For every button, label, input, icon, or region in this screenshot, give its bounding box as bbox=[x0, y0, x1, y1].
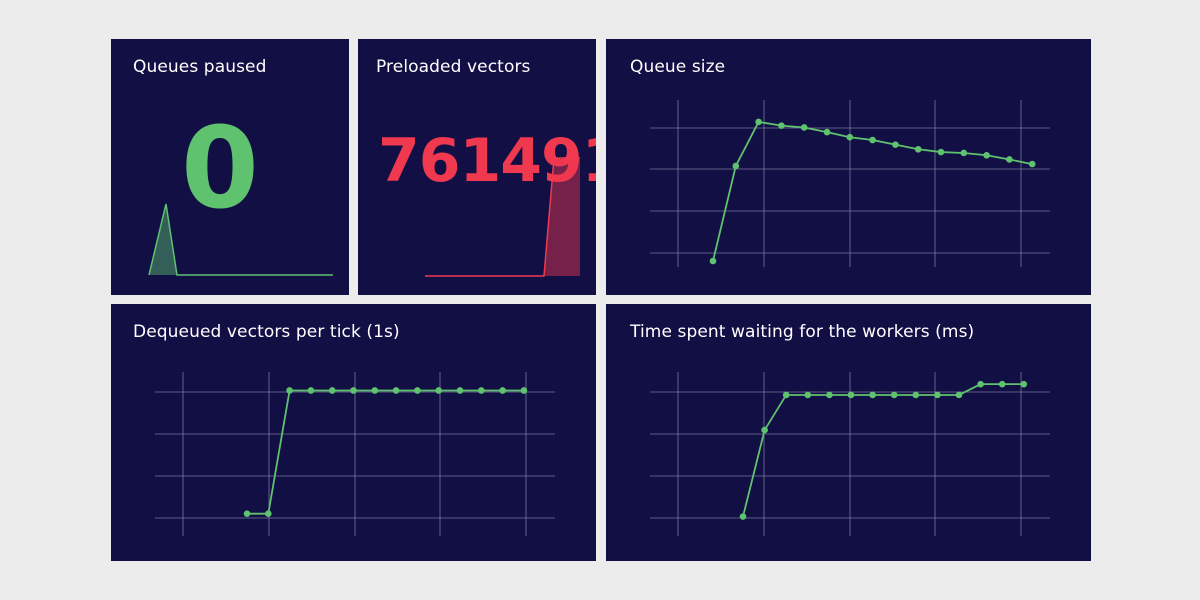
data-point bbox=[456, 387, 464, 394]
data-point bbox=[732, 162, 740, 170]
data-point bbox=[847, 391, 855, 399]
data-point bbox=[1006, 156, 1013, 163]
data-point bbox=[782, 391, 790, 399]
data-point bbox=[307, 387, 315, 394]
waiting-chart bbox=[650, 372, 1050, 536]
data-point bbox=[499, 387, 506, 394]
data-point bbox=[1020, 380, 1028, 388]
data-point bbox=[869, 391, 876, 399]
data-point bbox=[800, 124, 808, 131]
data-point bbox=[937, 148, 945, 156]
data-point bbox=[823, 128, 831, 136]
data-point bbox=[892, 141, 899, 148]
queue-size-panel: Queue size bbox=[606, 39, 1091, 295]
queues-paused-value: 0 bbox=[181, 104, 259, 234]
data-point bbox=[709, 257, 717, 265]
data-point bbox=[869, 136, 876, 144]
queue-size-chart bbox=[650, 100, 1050, 267]
data-point bbox=[846, 133, 854, 141]
waiting-panel: Time spent waiting for the workers (ms) bbox=[606, 304, 1091, 561]
data-point bbox=[265, 510, 272, 517]
data-point bbox=[977, 380, 984, 388]
data-point bbox=[478, 387, 485, 394]
data-point bbox=[350, 387, 357, 394]
data-point bbox=[761, 426, 768, 434]
data-point bbox=[520, 387, 528, 394]
data-point bbox=[890, 391, 898, 399]
sparkline-area bbox=[534, 158, 580, 276]
data-point bbox=[286, 387, 293, 394]
data-point bbox=[955, 391, 963, 399]
data-point bbox=[739, 513, 747, 520]
series-line bbox=[742, 383, 1024, 517]
data-point bbox=[1028, 160, 1036, 168]
preloaded-vectors-sparkline bbox=[425, 157, 580, 277]
data-point bbox=[414, 387, 421, 394]
dequeued-panel: Dequeued vectors per tick (1s) bbox=[111, 304, 596, 561]
series-line bbox=[247, 389, 524, 515]
data-point bbox=[998, 380, 1006, 388]
data-point bbox=[826, 391, 833, 399]
data-point bbox=[804, 391, 812, 399]
data-point bbox=[755, 118, 762, 126]
data-point bbox=[243, 510, 251, 517]
data-point bbox=[392, 387, 400, 394]
preloaded-vectors-panel: Preloaded vectors 761491 bbox=[358, 39, 596, 295]
data-point bbox=[371, 387, 379, 394]
data-point bbox=[983, 151, 990, 159]
data-point bbox=[934, 391, 941, 399]
data-point bbox=[914, 145, 922, 153]
queues-paused-panel: Queues paused 0 bbox=[111, 39, 349, 295]
data-point bbox=[778, 122, 785, 129]
data-point bbox=[960, 149, 968, 157]
data-point bbox=[435, 387, 443, 394]
data-point bbox=[912, 391, 920, 399]
data-point bbox=[328, 387, 336, 394]
dequeued-chart bbox=[155, 372, 555, 536]
